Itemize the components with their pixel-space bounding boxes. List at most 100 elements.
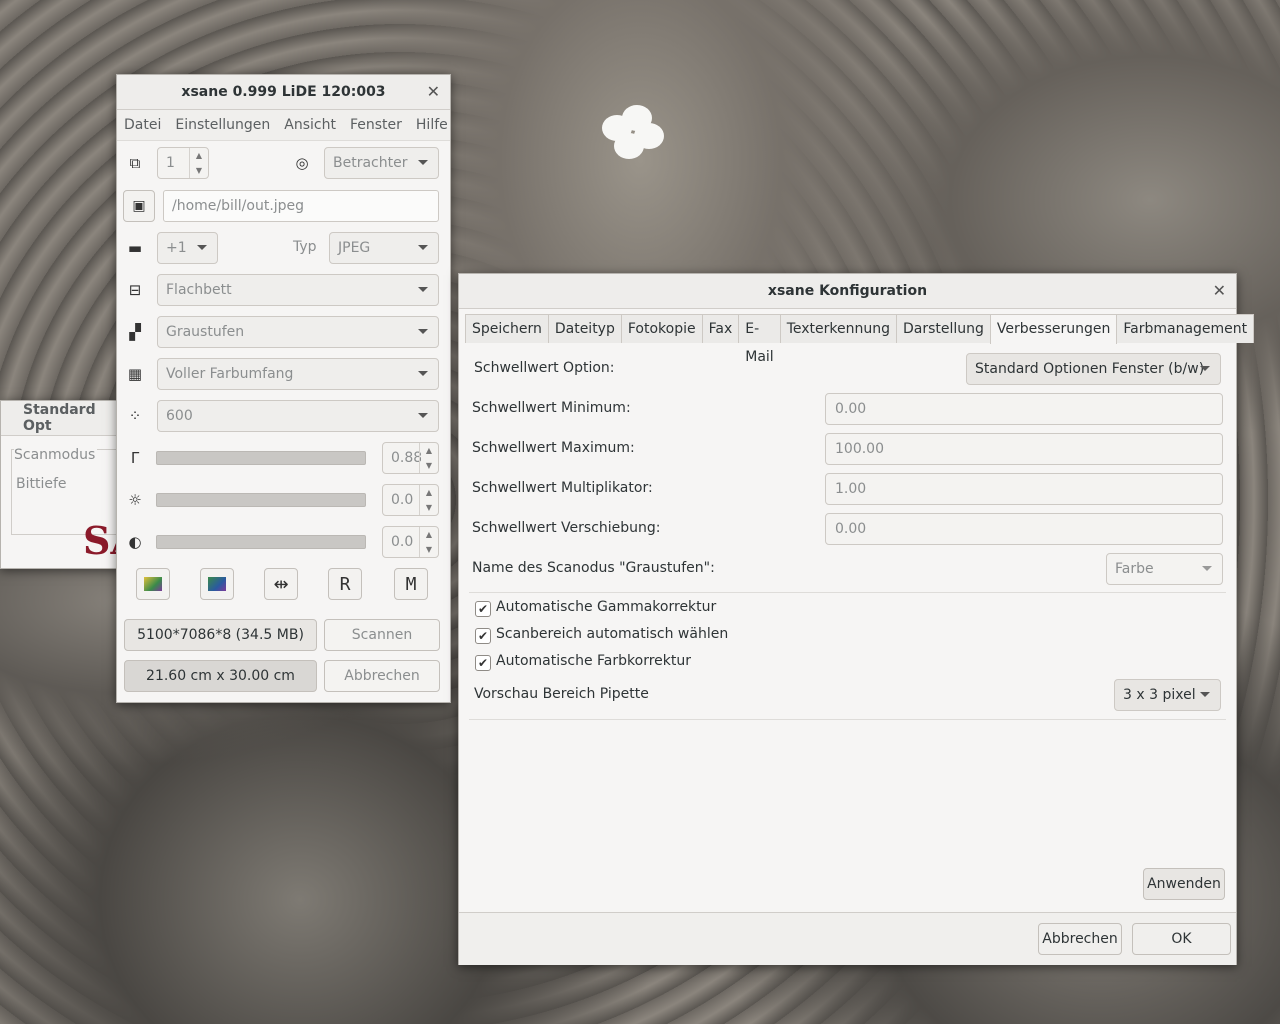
threshold-shift-input[interactable]: 0.00 bbox=[825, 513, 1223, 545]
bitdepth-label: Bittiefe bbox=[16, 476, 67, 492]
chevron-down-icon bbox=[418, 329, 428, 334]
copies-icon: ⧉ bbox=[129, 154, 141, 172]
title-bar: xsane Konfiguration ✕ bbox=[459, 274, 1236, 309]
spin-arrows[interactable]: ▲ ▼ bbox=[419, 443, 438, 473]
color-range-icon: ▦ bbox=[127, 365, 143, 383]
tab-speichern[interactable]: Speichern bbox=[465, 314, 549, 343]
pipette-label: Vorschau Bereich Pipette bbox=[474, 686, 649, 702]
resolution-value: 600 bbox=[166, 408, 193, 424]
auto-gamma-checkbox[interactable]: ✔ bbox=[475, 601, 491, 617]
close-icon[interactable]: ✕ bbox=[427, 82, 440, 101]
restore-button[interactable]: R bbox=[328, 568, 362, 600]
center-icon: ⇹ bbox=[273, 573, 289, 595]
resolution-combo[interactable]: 600 bbox=[157, 400, 439, 432]
gamma-slider[interactable] bbox=[156, 451, 366, 465]
xsane-main-window[interactable]: xsane 0.999 LiDE 120:003 ✕ Datei Einstel… bbox=[116, 74, 451, 703]
chevron-down-icon bbox=[197, 245, 207, 250]
center-button[interactable]: ⇹ bbox=[264, 568, 298, 600]
scanmode-name-combo[interactable]: Farbe bbox=[1106, 553, 1223, 585]
target-icon: ◎ bbox=[295, 154, 309, 172]
filename-input[interactable]: /home/bill/out.jpeg bbox=[163, 190, 439, 222]
source-combo[interactable]: Flachbett bbox=[157, 274, 439, 306]
menu-hilfe[interactable]: Hilfe bbox=[409, 117, 455, 133]
window-title: xsane 0.999 LiDE 120:003 bbox=[181, 84, 386, 100]
chevron-down-icon bbox=[418, 245, 428, 250]
step-combo[interactable]: +1 bbox=[157, 232, 218, 264]
white-flower-image bbox=[600, 105, 670, 165]
auto-color-label: Automatische Farbkorrektur bbox=[496, 653, 691, 669]
tab-bar: Speichern Dateityp Fotokopie Fax E-Mail … bbox=[465, 314, 1255, 365]
tab-darstellung[interactable]: Darstellung bbox=[895, 314, 991, 343]
resolution-icon: ⁘ bbox=[128, 407, 142, 425]
scanmode-name-label: Name des Scanodus "Graustufen": bbox=[472, 560, 715, 576]
threshold-mult-input[interactable]: 1.00 bbox=[825, 473, 1223, 505]
menu-ansicht[interactable]: Ansicht bbox=[277, 117, 343, 133]
size-info: 5100*7086*8 (34.5 MB) bbox=[124, 619, 317, 651]
tab-email[interactable]: E-Mail bbox=[738, 314, 781, 365]
window-title: Standard Opt bbox=[1, 401, 119, 436]
default-enhance-button[interactable] bbox=[200, 568, 234, 600]
dialog-title: xsane Konfiguration bbox=[767, 283, 928, 299]
scanmode-combo[interactable]: Graustufen bbox=[157, 316, 439, 348]
menu-einstellungen[interactable]: Einstellungen bbox=[168, 117, 277, 133]
contrast-icon: ◐ bbox=[128, 533, 142, 551]
spin-arrows[interactable]: ▲ ▼ bbox=[419, 485, 438, 515]
type-combo[interactable]: JPEG bbox=[329, 232, 439, 264]
brightness-slider[interactable] bbox=[156, 493, 366, 507]
tab-farbmanagement[interactable]: Farbmanagement bbox=[1116, 314, 1255, 343]
auto-enhance-button[interactable] bbox=[136, 568, 170, 600]
viewer-combo[interactable]: Betrachter bbox=[324, 147, 439, 179]
threshold-option-value: Standard Optionen Fenster (b/w) bbox=[975, 361, 1205, 377]
scanmode-label: Scanmodus bbox=[14, 447, 98, 463]
auto-gamma-label: Automatische Gammakorrektur bbox=[496, 599, 717, 615]
contrast-value: 0.0 bbox=[391, 534, 414, 550]
threshold-option-label: Schwellwert Option: bbox=[474, 360, 615, 376]
menu-fenster[interactable]: Fenster bbox=[343, 117, 409, 133]
config-dialog[interactable]: xsane Konfiguration ✕ Speichern Dateityp… bbox=[458, 273, 1255, 965]
scanmode-name-value: Farbe bbox=[1115, 561, 1154, 577]
apply-button[interactable]: Anwenden bbox=[1143, 868, 1225, 900]
pipette-combo[interactable]: 3 x 3 pixel bbox=[1114, 679, 1221, 711]
auto-area-checkbox[interactable]: ✔ bbox=[475, 628, 491, 644]
scan-button[interactable]: Scannen bbox=[324, 619, 440, 651]
tab-fotokopie[interactable]: Fotokopie bbox=[620, 314, 703, 343]
color-range-combo[interactable]: Voller Farbumfang bbox=[157, 358, 439, 390]
auto-area-label: Scanbereich automatisch wählen bbox=[496, 626, 729, 642]
ok-button[interactable]: OK bbox=[1132, 923, 1231, 955]
auto-color-checkbox[interactable]: ✔ bbox=[475, 655, 491, 671]
viewer-value: Betrachter bbox=[333, 155, 408, 171]
menu-bar: Datei Einstellungen Ansicht Fenster Hilf… bbox=[117, 110, 450, 141]
scanmode-value: Graustufen bbox=[166, 324, 245, 340]
tab-fax[interactable]: Fax bbox=[701, 314, 740, 343]
scanner-icon: ⊟ bbox=[128, 281, 142, 299]
standard-options-window[interactable]: Standard Opt Scanmodus Bittiefe SA bbox=[0, 400, 140, 569]
tab-texterkennung[interactable]: Texterkennung bbox=[779, 314, 897, 343]
store-button[interactable]: M bbox=[394, 568, 428, 600]
source-value: Flachbett bbox=[166, 282, 232, 298]
contrast-slider[interactable] bbox=[156, 535, 366, 549]
browse-file-button[interactable]: ▣ bbox=[123, 190, 155, 222]
gamma-spinner[interactable]: 0.88 ▲ ▼ bbox=[382, 442, 439, 474]
brightness-spinner[interactable]: 0.0 ▲ ▼ bbox=[382, 484, 439, 516]
separator bbox=[469, 719, 1226, 720]
contrast-spinner[interactable]: 0.0 ▲ ▼ bbox=[382, 526, 439, 558]
threshold-option-combo[interactable]: Standard Optionen Fenster (b/w) bbox=[966, 353, 1221, 385]
restore-icon: R bbox=[339, 573, 351, 595]
tab-dateityp[interactable]: Dateityp bbox=[547, 314, 622, 343]
image-icon bbox=[208, 577, 226, 591]
tab-verbesserungen[interactable]: Verbesserungen bbox=[989, 314, 1118, 344]
threshold-max-input[interactable]: 100.00 bbox=[825, 433, 1223, 465]
spin-arrows[interactable]: ▲ ▼ bbox=[419, 527, 438, 557]
menu-datei[interactable]: Datei bbox=[117, 117, 168, 133]
cancel-button[interactable]: Abbrechen bbox=[324, 660, 440, 692]
cancel-button[interactable]: Abbrechen bbox=[1038, 923, 1122, 955]
close-icon[interactable]: ✕ bbox=[1213, 281, 1226, 300]
threshold-min-input[interactable]: 0.00 bbox=[825, 393, 1223, 425]
copies-spinner[interactable]: 1 ▲ ▼ bbox=[157, 147, 209, 179]
image-icon bbox=[144, 577, 162, 591]
brightness-value: 0.0 bbox=[391, 492, 414, 508]
threshold-max-label: Schwellwert Maximum: bbox=[472, 440, 635, 456]
spin-arrows[interactable]: ▲ ▼ bbox=[189, 148, 208, 178]
separator bbox=[469, 592, 1226, 593]
store-icon: M bbox=[405, 573, 417, 595]
